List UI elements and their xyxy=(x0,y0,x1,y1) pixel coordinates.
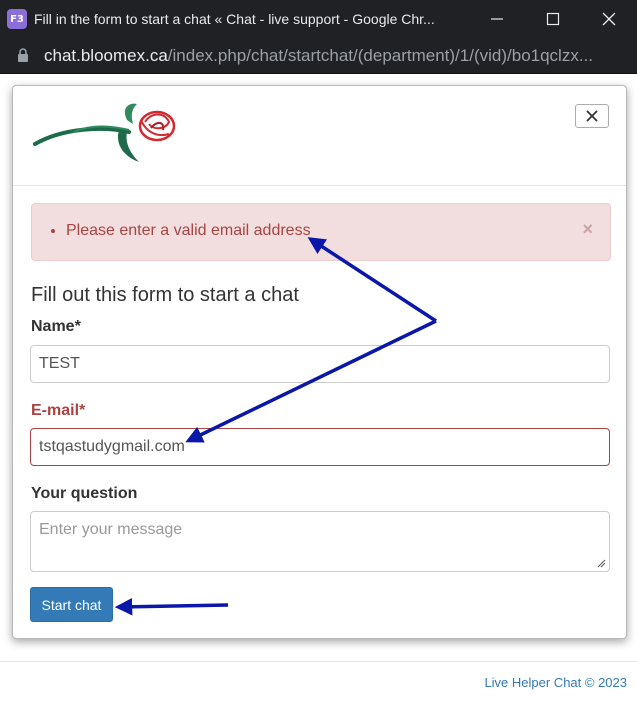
error-list: Please enter a valid email address xyxy=(66,222,311,240)
close-icon xyxy=(586,110,598,122)
close-window-button[interactable] xyxy=(581,0,637,38)
window-controls xyxy=(469,0,637,38)
name-input[interactable]: TEST xyxy=(30,345,610,383)
error-alert: Please enter a valid email address × xyxy=(31,203,611,261)
maximize-icon xyxy=(546,12,560,26)
close-icon xyxy=(602,12,616,26)
question-textarea[interactable]: Enter your message xyxy=(30,511,610,572)
rose-logo xyxy=(33,100,183,175)
window-title: Fill in the form to start a chat « Chat … xyxy=(34,11,435,27)
name-label-text: Name xyxy=(31,318,75,335)
required-marker: * xyxy=(74,318,81,335)
alert-dismiss-button[interactable]: × xyxy=(582,219,593,240)
app-icon: F3 xyxy=(7,9,27,29)
lock-icon xyxy=(17,48,31,64)
window-title-bar: F3 Fill in the form to start a chat « Ch… xyxy=(0,0,637,38)
footer-divider xyxy=(0,661,637,662)
question-label: Your question xyxy=(31,485,138,502)
error-message: Please enter a valid email address xyxy=(66,222,311,240)
required-marker: * xyxy=(79,402,86,419)
question-placeholder: Enter your message xyxy=(39,521,183,538)
name-label: Name* xyxy=(31,318,81,336)
email-input[interactable]: tstqastudygmail.com xyxy=(30,428,610,466)
minimize-button[interactable] xyxy=(469,0,525,38)
modal-header xyxy=(13,86,626,186)
address-bar[interactable]: chat.bloomex.ca/index.php/chat/startchat… xyxy=(0,38,637,74)
url-host: chat.bloomex.ca xyxy=(44,45,168,65)
chat-start-modal: Please enter a valid email address × Fil… xyxy=(12,85,627,639)
url-text[interactable]: chat.bloomex.ca/index.php/chat/startchat… xyxy=(44,46,634,66)
email-label-text: E-mail xyxy=(31,402,80,419)
form-title: Fill out this form to start a chat xyxy=(31,284,299,306)
url-path: /index.php/chat/startchat/(department)/1… xyxy=(167,45,594,65)
modal-close-button[interactable] xyxy=(575,104,609,128)
email-label: E-mail* xyxy=(31,402,85,420)
maximize-button[interactable] xyxy=(525,0,581,38)
minimize-icon xyxy=(491,18,503,20)
resize-handle-icon[interactable] xyxy=(597,559,606,568)
start-chat-button[interactable]: Start chat xyxy=(30,587,113,622)
footer-credit-link[interactable]: Live Helper Chat © 2023 xyxy=(484,675,627,690)
